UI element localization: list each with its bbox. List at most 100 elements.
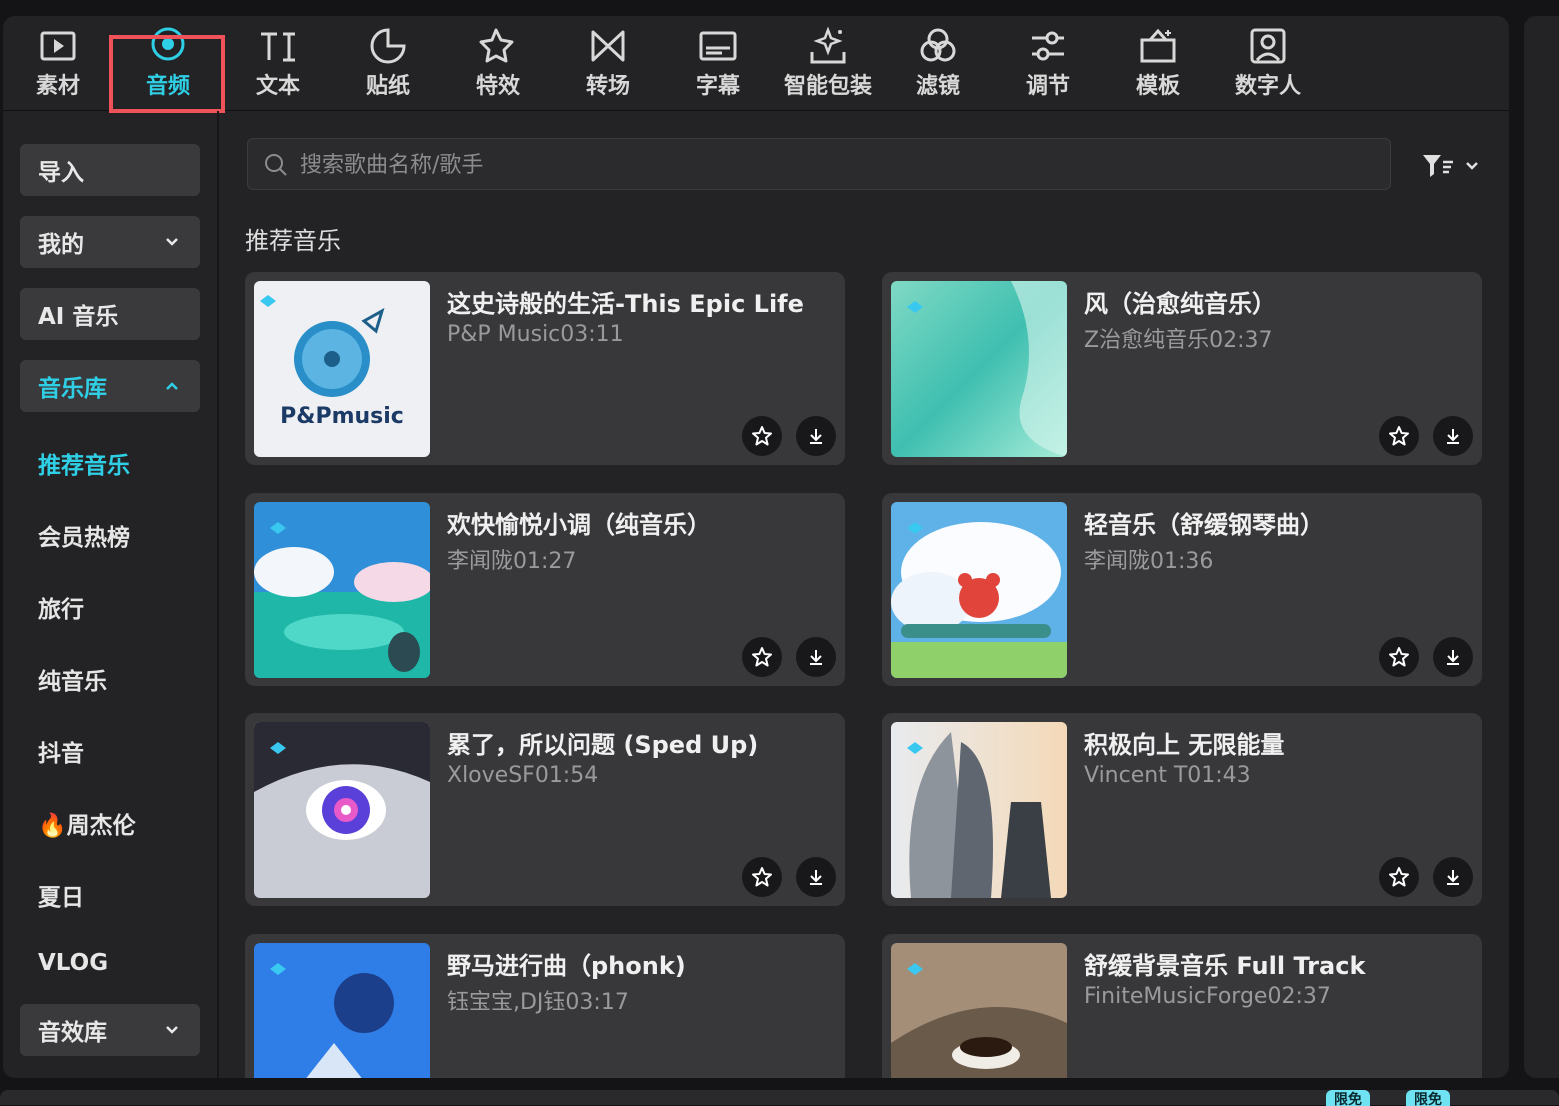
tab-transition[interactable]: 转场 [553,26,663,106]
transition-icon [591,30,625,62]
download-icon [810,650,822,665]
song-artist-duration: FiniteMusicForge02:37 [1084,984,1331,1009]
song-card[interactable]: 舒缓背景音乐 Full Track FiniteMusicForge02:37 [882,934,1482,1078]
sidebar-item-vlog[interactable]: VLOG [38,950,108,976]
favorite-button[interactable] [742,637,782,677]
sidebar-item-travel[interactable]: 旅行 [38,590,84,624]
sidebar-item-vip-chart[interactable]: 会员热榜 [38,518,130,552]
digital-human-icon [1250,28,1286,64]
star-icon [1389,426,1409,446]
section-title: 推荐音乐 [245,227,341,255]
download-button[interactable] [1433,416,1473,456]
subtitle-icon [699,31,737,61]
sidebar-item-recommended[interactable]: 推荐音乐 [38,446,130,480]
favorite-button[interactable] [1379,857,1419,897]
favorite-button[interactable] [742,857,782,897]
tab-label: 滤镜 [915,74,960,99]
song-cover [891,722,1067,898]
song-artist-duration: XloveSF01:54 [447,763,599,788]
tab-media[interactable]: 素材 [3,26,113,106]
import-label: 导入 [38,160,84,186]
tab-label: 调节 [1025,74,1070,99]
favorite-button[interactable] [742,416,782,456]
song-card[interactable]: 轻音乐（舒缓钢琴曲） 李闻陇01:36 [882,493,1482,686]
mine-button[interactable]: 我的 [20,216,200,268]
song-cover: P&Pmusic [254,281,430,457]
ai-music-label: AI 音乐 [38,304,119,330]
download-button[interactable] [1433,857,1473,897]
tab-digital-human[interactable]: 数字人 [1213,26,1323,106]
free-badge: 限免 [1406,1090,1450,1106]
download-icon [810,870,822,885]
tab-subtitle[interactable]: 字幕 [663,26,773,106]
tab-label: 数字人 [1234,74,1301,99]
template-icon [1140,28,1176,63]
song-card[interactable]: 欢快愉悦小调（纯音乐） 李闻陇01:27 [245,493,845,686]
tab-label: 智能包装 [783,74,872,99]
song-title: 这史诗般的生活-This Epic Life [447,290,804,318]
tab-filter[interactable]: 滤镜 [883,26,993,106]
star-icon [752,867,772,887]
tab-effects[interactable]: 特效 [443,26,553,106]
favorite-button[interactable] [1379,416,1419,456]
song-title: 累了，所以问题 (Sped Up) [447,731,759,759]
song-card[interactable]: 风（治愈纯音乐） Z治愈纯音乐02:37 [882,272,1482,465]
download-icon [1447,650,1459,665]
song-cover [254,943,430,1078]
search-icon [265,154,287,176]
tab-sticker[interactable]: 贴纸 [333,26,443,106]
tab-adjust[interactable]: 调节 [993,26,1103,106]
song-title: 欢快愉悦小调（纯音乐） [447,511,711,539]
tab-text[interactable]: 文本 [223,26,333,106]
sidebar-item-pure-music[interactable]: 纯音乐 [38,662,107,696]
song-title: 野马进行曲（phonk) [447,952,686,980]
music-library-label: 音乐库 [38,376,107,402]
tab-label: 特效 [475,74,520,99]
pp-music-logo: P&Pmusic [260,295,404,429]
effects-icon [479,28,514,63]
mine-label: 我的 [38,232,84,258]
download-icon [810,429,822,444]
tab-label: 模板 [1135,74,1180,99]
song-card[interactable]: 累了，所以问题 (Sped Up) XloveSF01:54 [245,713,845,906]
download-icon [1447,870,1459,885]
filter-sort-icon[interactable] [1421,152,1481,180]
song-artist-duration: P&P Music03:11 [447,322,624,347]
download-button[interactable] [1433,637,1473,677]
star-icon [1389,647,1409,667]
song-card[interactable]: 积极向上 无限能量 Vincent T01:43 [882,713,1482,906]
song-artist-duration: 李闻陇01:27 [447,549,577,574]
filter-icon [920,28,956,62]
sfx-library-button[interactable]: 音效库 [20,1004,200,1056]
sidebar-item-jay-chou[interactable]: 🔥周杰伦 [38,806,136,840]
star-icon [752,426,772,446]
tab-label: 贴纸 [365,74,410,99]
song-cover [891,943,1067,1078]
sticker-icon [370,28,406,64]
import-button[interactable]: 导入 [20,144,200,196]
category-sidebar: 导入 我的 AI 音乐 音乐库 推荐音乐 会员热榜 旅行 纯音乐 抖音 🔥周杰伦… [3,111,219,1078]
song-cover [254,502,430,678]
tab-template[interactable]: 模板 [1103,26,1213,106]
download-button[interactable] [796,857,836,897]
favorite-button[interactable] [1379,637,1419,677]
download-button[interactable] [796,637,836,677]
tab-smart-package[interactable]: 智能包装 [773,26,883,106]
audio-panel: 素材 音频 文本 贴纸 特效 转场 字幕 智能包装 滤镜 调节 模板 数字人 导… [3,16,1509,1078]
right-side-panel [1524,16,1559,1078]
song-artist-duration: 钰宝宝,DJ钰03:17 [447,990,629,1015]
music-library-button[interactable]: 音乐库 [20,360,200,412]
song-card[interactable]: 野马进行曲（phonk) 钰宝宝,DJ钰03:17 [245,934,845,1078]
tab-label: 文本 [255,74,300,99]
download-icon [1447,429,1459,444]
search-input[interactable] [298,139,1302,191]
window-top-strip [0,0,1559,16]
star-icon [1389,867,1409,887]
song-title: 积极向上 无限能量 [1084,731,1285,759]
download-button[interactable] [796,416,836,456]
sidebar-item-douyin[interactable]: 抖音 [38,734,84,768]
sidebar-item-summer[interactable]: 夏日 [38,878,84,912]
search-bar[interactable] [247,138,1391,191]
ai-music-button[interactable]: AI 音乐 [20,288,200,340]
song-card[interactable]: P&Pmusic 这史诗般的生活-This Epic Life P&P Musi… [245,272,845,465]
